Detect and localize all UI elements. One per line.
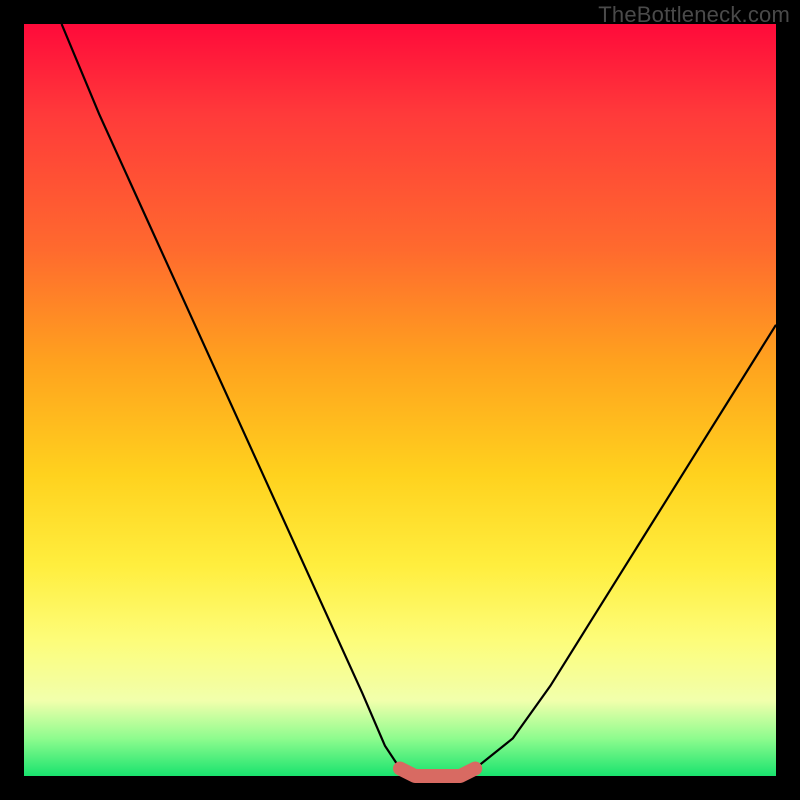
chart-svg xyxy=(24,24,776,776)
plot-area xyxy=(24,24,776,776)
bottleneck-curve xyxy=(62,24,776,776)
min-band-marker xyxy=(400,769,475,777)
chart-frame: TheBottleneck.com xyxy=(0,0,800,800)
